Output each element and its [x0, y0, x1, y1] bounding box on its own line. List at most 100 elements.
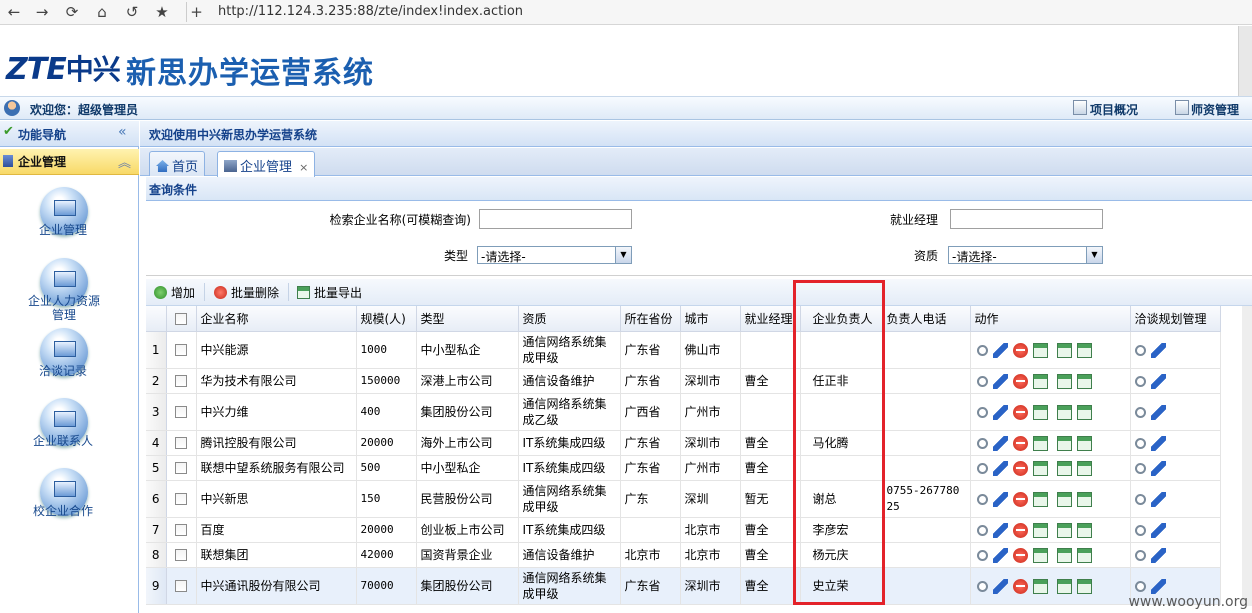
- select-all-checkbox[interactable]: [166, 306, 197, 332]
- row-checkbox[interactable]: [166, 455, 197, 481]
- view-icon[interactable]: [1134, 437, 1146, 449]
- col-header[interactable]: 资质: [518, 306, 621, 332]
- edit-icon[interactable]: [992, 491, 1008, 507]
- collapse-left-icon[interactable]: «: [118, 124, 127, 140]
- window-add-icon[interactable]: [1056, 491, 1072, 507]
- table-row[interactable]: 8 联想集团 42000 国资背景企业 通信设备维护 北京市 北京市 曹全 杨元庆: [146, 542, 1221, 568]
- table-row[interactable]: 4 腾讯控股有限公司 20000 海外上市公司 IT系统集成四级 广东省 深圳市 曹全 马化腾: [146, 430, 1221, 456]
- row-checkbox[interactable]: [166, 517, 197, 543]
- delete-icon[interactable]: [1012, 342, 1028, 358]
- row-checkbox[interactable]: [166, 567, 197, 605]
- col-header[interactable]: 负责人电话: [882, 306, 971, 332]
- edit-icon[interactable]: [1150, 547, 1166, 563]
- window-icon[interactable]: [1032, 578, 1048, 594]
- row-checkbox[interactable]: [166, 480, 197, 518]
- manager-input[interactable]: [950, 209, 1103, 229]
- collapse-up-icon[interactable]: ︽: [118, 152, 131, 171]
- new-tab-icon[interactable]: +: [186, 2, 206, 22]
- teacher-mgmt-link[interactable]: 师资管理: [1191, 101, 1239, 118]
- table-row[interactable]: 7 百度 20000 创业板上市公司 IT系统集成四级 北京市 曹全 李彦宏: [146, 517, 1221, 543]
- main-scrollbar[interactable]: [1242, 306, 1252, 606]
- delete-icon[interactable]: [1012, 547, 1028, 563]
- window-add-icon[interactable]: [1056, 522, 1072, 538]
- view-icon[interactable]: [976, 406, 988, 418]
- star-icon[interactable]: ★: [152, 2, 172, 22]
- name-input[interactable]: [479, 209, 632, 229]
- edit-icon[interactable]: [992, 547, 1008, 563]
- window-add-icon[interactable]: [1056, 460, 1072, 476]
- view-icon[interactable]: [976, 437, 988, 449]
- delete-icon[interactable]: [1012, 522, 1028, 538]
- window-link-icon[interactable]: [1076, 404, 1092, 420]
- view-icon[interactable]: [1134, 344, 1146, 356]
- window-link-icon[interactable]: [1076, 522, 1092, 538]
- edit-icon[interactable]: [992, 373, 1008, 389]
- edit-icon[interactable]: [992, 342, 1008, 358]
- sidebar-item-contacts[interactable]: 企业联系人: [0, 398, 139, 464]
- window-add-icon[interactable]: [1056, 373, 1072, 389]
- view-icon[interactable]: [1134, 524, 1146, 536]
- batch-export-button[interactable]: 批量导出: [297, 284, 362, 301]
- edit-icon[interactable]: [992, 522, 1008, 538]
- edit-icon[interactable]: [992, 435, 1008, 451]
- view-icon[interactable]: [1134, 493, 1146, 505]
- row-checkbox[interactable]: [166, 368, 197, 394]
- sidebar-item-enterprise[interactable]: 企业管理: [0, 187, 139, 253]
- batch-delete-button[interactable]: 批量删除: [214, 284, 279, 301]
- delete-icon[interactable]: [1012, 491, 1028, 507]
- window-icon[interactable]: [1032, 435, 1048, 451]
- header-scrollbar[interactable]: [1238, 26, 1252, 96]
- window-icon[interactable]: [1032, 460, 1048, 476]
- tab-close-icon[interactable]: ×: [299, 161, 308, 174]
- window-link-icon[interactable]: [1076, 547, 1092, 563]
- edit-icon[interactable]: [1150, 578, 1166, 594]
- edit-icon[interactable]: [1150, 342, 1166, 358]
- window-link-icon[interactable]: [1076, 373, 1092, 389]
- window-add-icon[interactable]: [1056, 435, 1072, 451]
- col-header[interactable]: 企业名称: [196, 306, 357, 332]
- view-icon[interactable]: [976, 344, 988, 356]
- row-checkbox[interactable]: [166, 542, 197, 568]
- add-button[interactable]: 增加: [154, 284, 195, 301]
- edit-icon[interactable]: [1150, 460, 1166, 476]
- view-icon[interactable]: [1134, 375, 1146, 387]
- history-icon[interactable]: ↺: [122, 2, 142, 22]
- refresh-icon[interactable]: ⟳: [62, 2, 82, 22]
- window-link-icon[interactable]: [1076, 491, 1092, 507]
- window-add-icon[interactable]: [1056, 547, 1072, 563]
- col-header[interactable]: 城市: [680, 306, 741, 332]
- view-icon[interactable]: [976, 462, 988, 474]
- view-icon[interactable]: [1134, 549, 1146, 561]
- edit-icon[interactable]: [1150, 373, 1166, 389]
- view-icon[interactable]: [976, 493, 988, 505]
- row-checkbox[interactable]: [166, 393, 197, 431]
- window-icon[interactable]: [1032, 342, 1048, 358]
- edit-icon[interactable]: [1150, 522, 1166, 538]
- delete-icon[interactable]: [1012, 435, 1028, 451]
- table-row[interactable]: 3 中兴力维 400 集团股份公司 通信网络系统集成乙级 广西省 广州市: [146, 393, 1221, 431]
- view-icon[interactable]: [976, 524, 988, 536]
- table-row[interactable]: 6 中兴新思 150 民营股份公司 通信网络系统集成甲级 广东 深圳 暂无 谢总 0755-267…: [146, 480, 1221, 518]
- table-row[interactable]: 5 联想中望系统服务有限公司 500 中小型私企 IT系统集成四级 广东省 广州市 曹全: [146, 455, 1221, 481]
- window-icon[interactable]: [1032, 491, 1048, 507]
- back-icon[interactable]: ←: [4, 2, 24, 22]
- delete-icon[interactable]: [1012, 373, 1028, 389]
- table-row[interactable]: 9 中兴通讯股份有限公司 70000 集团股份公司 通信网络系统集成甲级 广东省 深圳市 曹全…: [146, 567, 1221, 605]
- type-select[interactable]: -请选择- ▼: [477, 246, 632, 264]
- col-header[interactable]: 类型: [416, 306, 519, 332]
- edit-icon[interactable]: [992, 404, 1008, 420]
- window-icon[interactable]: [1032, 404, 1048, 420]
- view-icon[interactable]: [976, 375, 988, 387]
- view-icon[interactable]: [1134, 406, 1146, 418]
- edit-icon[interactable]: [1150, 404, 1166, 420]
- table-row[interactable]: 2 华为技术有限公司 150000 深港上市公司 通信设备维护 广东省 深圳市 曹全 任正非: [146, 368, 1221, 394]
- address-bar[interactable]: http://112.124.3.235:88/zte/index!index.…: [218, 4, 523, 19]
- window-link-icon[interactable]: [1076, 460, 1092, 476]
- view-icon[interactable]: [976, 549, 988, 561]
- col-header[interactable]: 就业经理: [740, 306, 801, 332]
- tab-enterprise[interactable]: 企业管理 ×: [217, 151, 316, 177]
- sidebar-group-header[interactable]: 企业管理 ︽: [0, 149, 139, 175]
- col-header[interactable]: 所在省份: [620, 306, 681, 332]
- edit-icon[interactable]: [1150, 435, 1166, 451]
- home-icon[interactable]: ⌂: [92, 2, 112, 22]
